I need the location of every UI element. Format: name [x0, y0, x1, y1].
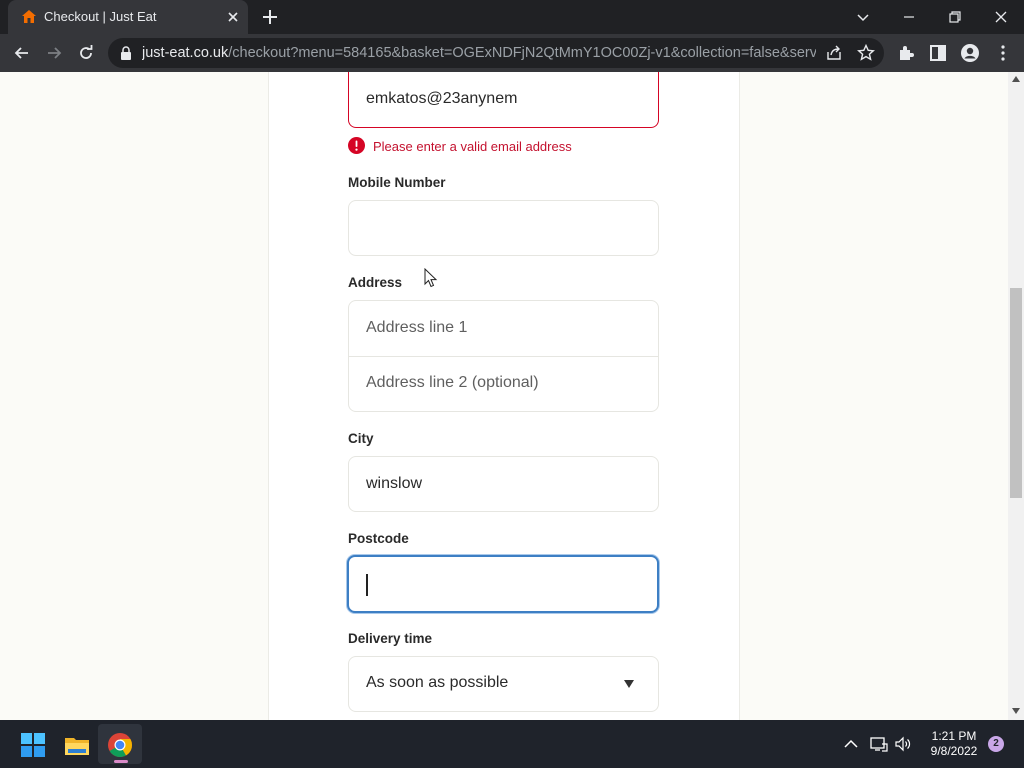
volume-icon[interactable] — [894, 736, 912, 752]
scrollbar-thumb[interactable] — [1010, 288, 1022, 498]
checkout-page: emkatos@23anynem Please enter a valid em… — [0, 72, 1008, 720]
reload-icon[interactable] — [76, 43, 96, 63]
scroll-up-icon[interactable] — [1012, 76, 1020, 82]
mobile-label: Mobile Number — [348, 175, 446, 190]
email-field[interactable]: emkatos@23anynem — [348, 72, 659, 128]
mobile-number-field[interactable] — [348, 200, 659, 256]
minimize-icon[interactable] — [897, 5, 921, 29]
url-host: just-eat.co.uk — [142, 45, 229, 61]
url-path: /checkout?menu=584165&basket=OGExNDFjN2Q… — [228, 45, 816, 61]
city-value: winslow — [366, 475, 423, 492]
address-line2-field[interactable]: Address line 2 (optional) — [349, 357, 658, 411]
clock-time: 1:21 PM — [931, 729, 977, 743]
clock-date: 9/8/2022 — [930, 744, 978, 758]
address-line1-field[interactable]: Address line 1 — [349, 301, 658, 356]
star-icon[interactable] — [856, 43, 876, 63]
close-icon[interactable] — [989, 5, 1013, 29]
mouse-cursor — [424, 268, 438, 288]
profile-icon[interactable] — [960, 43, 980, 63]
extensions-icon[interactable] — [896, 43, 916, 63]
page-scrollbar[interactable] — [1008, 72, 1024, 720]
tray-chevron-icon[interactable] — [842, 736, 860, 752]
active-app-indicator — [114, 760, 128, 763]
chevron-down-icon[interactable] — [851, 5, 875, 29]
network-icon[interactable] — [870, 736, 888, 752]
browser-titlebar: Checkout | Just Eat — [0, 0, 1024, 34]
system-clock[interactable]: 1:21 PM 9/8/2022 — [918, 729, 990, 759]
browser-tab[interactable]: Checkout | Just Eat — [8, 0, 248, 34]
windows-taskbar: 1:21 PM 9/8/2022 2 — [0, 720, 1024, 768]
share-icon[interactable] — [824, 43, 844, 63]
address-line1-placeholder: Address line 1 — [366, 319, 468, 336]
delivery-time-select[interactable]: As soon as possible — [348, 656, 659, 712]
browser-toolbar: just-eat.co.uk/checkout?menu=584165&bask… — [0, 34, 1024, 72]
scroll-down-icon[interactable] — [1012, 708, 1020, 714]
forward-arrow-icon[interactable] — [44, 43, 64, 63]
just-eat-favicon — [22, 10, 36, 23]
address-bar[interactable]: just-eat.co.uk/checkout?menu=584165&bask… — [108, 38, 884, 68]
address-line2-placeholder: Address line 2 (optional) — [366, 374, 539, 391]
text-caret — [366, 574, 368, 596]
close-icon[interactable] — [224, 8, 242, 26]
lock-icon[interactable] — [120, 46, 132, 60]
back-arrow-icon[interactable] — [12, 43, 32, 63]
city-label: City — [348, 431, 374, 446]
email-value: emkatos@23anynem — [366, 90, 518, 107]
dropdown-arrow-icon — [624, 680, 634, 688]
chrome-icon[interactable] — [107, 732, 133, 758]
more-icon[interactable] — [993, 43, 1013, 63]
address-field-group: Address line 1 Address line 2 (optional) — [348, 300, 659, 412]
windows-start-icon[interactable] — [20, 732, 46, 758]
notification-badge[interactable]: 2 — [988, 736, 1004, 752]
postcode-label: Postcode — [348, 531, 409, 546]
error-icon — [348, 137, 365, 154]
city-field[interactable]: winslow — [348, 456, 659, 512]
postcode-field[interactable] — [347, 555, 659, 613]
delivery-time-label: Delivery time — [348, 631, 433, 646]
url-text[interactable]: just-eat.co.uk/checkout?menu=584165&bask… — [142, 45, 816, 61]
plus-icon[interactable] — [260, 7, 280, 27]
address-label: Address — [348, 275, 403, 290]
file-explorer-icon[interactable] — [64, 732, 90, 758]
side-panel-icon[interactable] — [928, 43, 948, 63]
restore-icon[interactable] — [943, 5, 967, 29]
email-error-text: Please enter a valid email address — [373, 139, 572, 154]
delivery-time-value: As soon as possible — [366, 674, 509, 691]
tab-title: Checkout | Just Eat — [44, 9, 157, 24]
